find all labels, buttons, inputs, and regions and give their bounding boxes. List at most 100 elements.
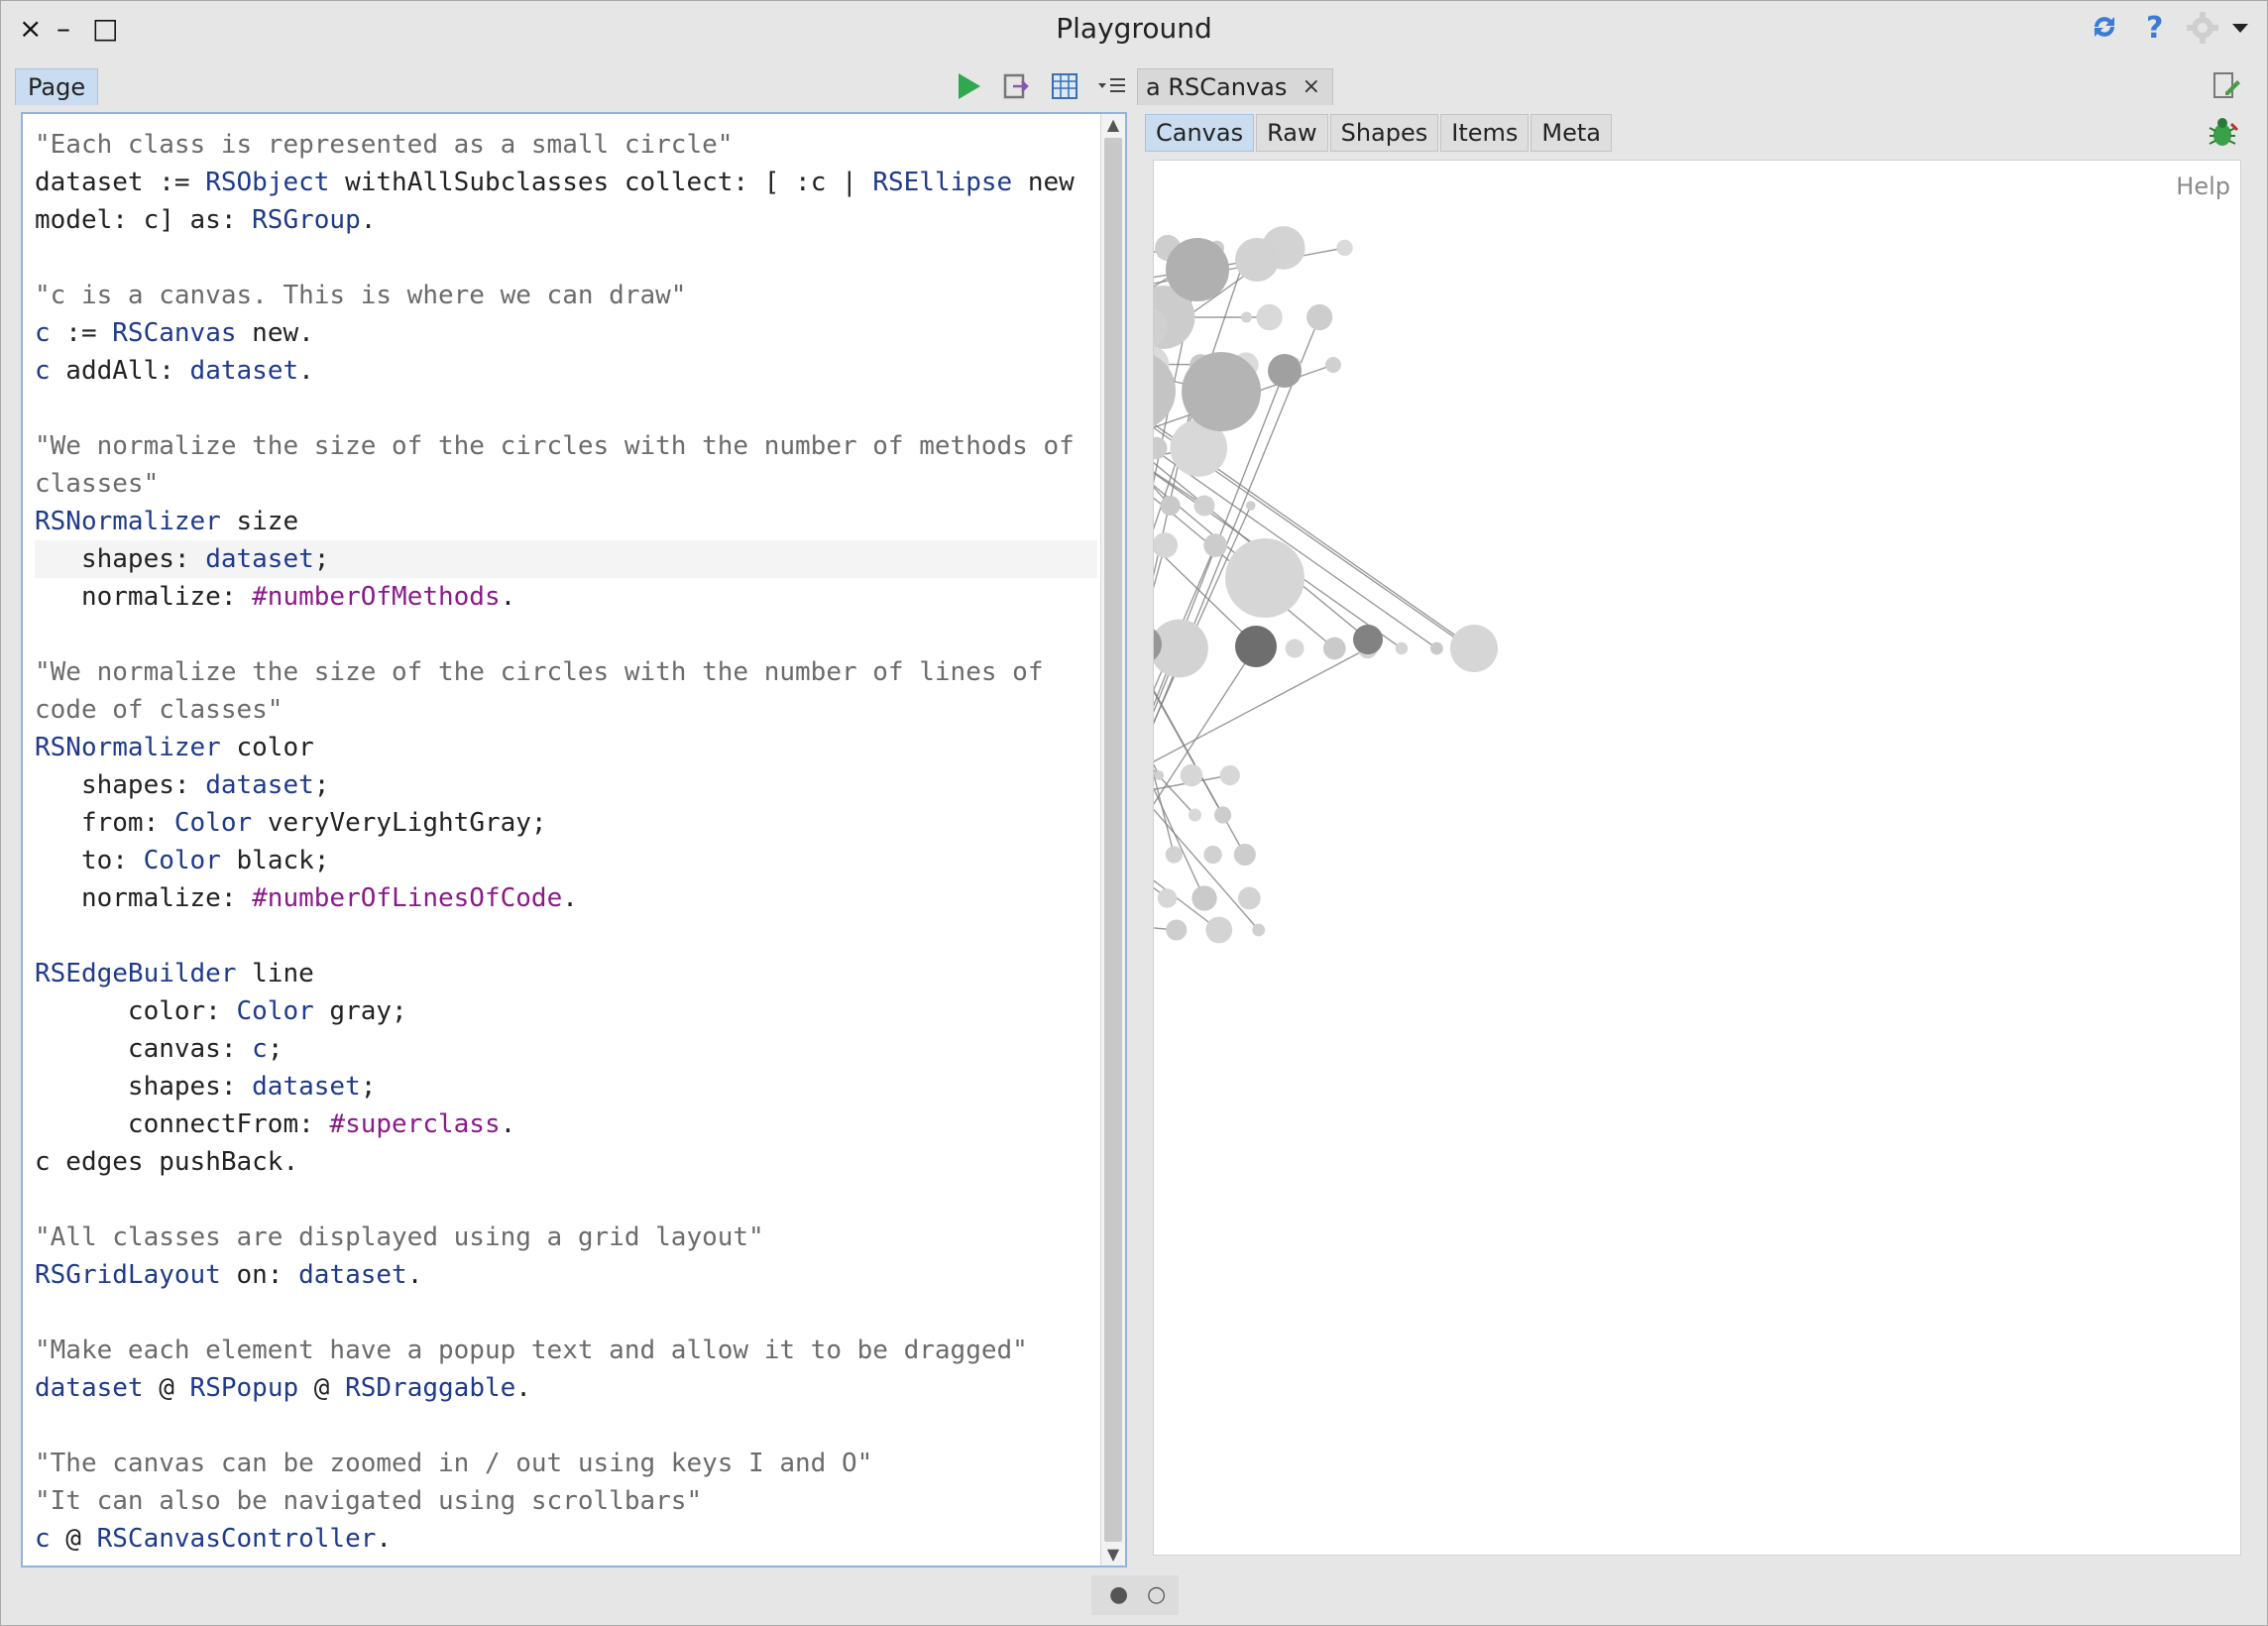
help-icon[interactable]: ? <box>2146 11 2163 47</box>
code-line[interactable]: "We normalize the size of the circles wi… <box>35 427 1097 465</box>
code-line[interactable] <box>35 917 1097 955</box>
code-line[interactable]: normalize: #numberOfMethods. <box>35 578 1097 616</box>
code-line[interactable]: shapes: dataset; <box>35 1068 1097 1105</box>
code-line[interactable] <box>35 616 1097 653</box>
sync-icon[interactable] <box>2089 11 2120 52</box>
class-node-circle[interactable] <box>1246 501 1256 511</box>
code-line[interactable]: model: c] as: RSGroup. <box>35 201 1097 239</box>
subtab-meta[interactable]: Meta <box>1531 114 1612 152</box>
class-node-circle[interactable] <box>1235 626 1277 667</box>
code-line[interactable]: connectFrom: #superclass. <box>35 1105 1097 1143</box>
class-node-circle[interactable] <box>1285 639 1304 658</box>
rscanvas-view[interactable]: Help <box>1153 160 2241 1556</box>
edit-pencil-icon[interactable] <box>2211 70 2241 107</box>
code-line[interactable]: dataset := RSObject withAllSubclasses co… <box>35 164 1097 201</box>
class-node-circle[interactable] <box>1237 886 1261 910</box>
code-line[interactable]: "Each class is represented as a small ci… <box>35 126 1097 164</box>
class-node-circle[interactable] <box>1189 808 1201 822</box>
class-node-circle[interactable] <box>1353 625 1383 654</box>
class-node-circle[interactable] <box>1241 311 1252 323</box>
scrollbar-thumb[interactable] <box>1104 138 1122 1542</box>
code-line[interactable]: c := RSCanvas new. <box>35 314 1097 352</box>
code-line[interactable]: dataset @ RSPopup @ RSDraggable. <box>35 1369 1097 1407</box>
close-tab-icon[interactable]: × <box>1303 69 1320 105</box>
code-line[interactable]: "Make each element have a popup text and… <box>35 1332 1097 1369</box>
code-line[interactable]: normalize: #numberOfLinesOfCode. <box>35 879 1097 917</box>
class-node-circle[interactable] <box>1256 303 1283 331</box>
class-node-circle[interactable] <box>1154 619 1208 678</box>
subtab-items[interactable]: Items <box>1440 114 1530 152</box>
subtab-shapes[interactable]: Shapes <box>1329 114 1439 152</box>
code-line[interactable]: from: Color veryVeryLightGray; <box>35 804 1097 842</box>
class-node-circle[interactable] <box>1395 641 1409 655</box>
code-line[interactable]: RSGridLayout on: dataset. <box>35 1256 1097 1294</box>
class-node-circle[interactable] <box>1213 806 1232 824</box>
code-line[interactable]: "We normalize the size of the circles wi… <box>35 653 1097 691</box>
code-line[interactable]: RSNormalizer size <box>35 503 1097 540</box>
scroll-up-arrow-icon[interactable]: ▲ <box>1101 114 1125 136</box>
class-node-circle[interactable] <box>1233 843 1256 867</box>
code-line[interactable] <box>35 1407 1097 1445</box>
code-editor[interactable]: "Each class is represented as a small ci… <box>21 112 1127 1568</box>
code-line[interactable]: "c is a canvas. This is where we can dra… <box>35 277 1097 314</box>
code-line[interactable]: "The canvas can be zoomed in / out using… <box>35 1445 1097 1482</box>
class-node-circle[interactable] <box>1180 763 1203 787</box>
class-node-circle[interactable] <box>1203 845 1222 865</box>
class-node-circle[interactable] <box>1324 357 1341 373</box>
code-line[interactable] <box>35 239 1097 277</box>
class-node-circle[interactable] <box>1154 532 1179 558</box>
code-line[interactable]: RSNormalizer color <box>35 729 1097 766</box>
code-line[interactable]: "All classes are displayed using a grid … <box>35 1219 1097 1256</box>
tab-page[interactable]: Page <box>15 68 99 105</box>
class-node-circle[interactable] <box>1154 436 1168 460</box>
pager-dot-inactive[interactable]: ○ <box>1147 1583 1166 1607</box>
class-node-circle[interactable] <box>1430 641 1443 655</box>
run-play-icon[interactable] <box>955 71 984 101</box>
class-node-circle[interactable] <box>1182 352 1261 431</box>
class-node-circle[interactable] <box>1193 495 1215 517</box>
class-node-circle[interactable] <box>1166 919 1188 941</box>
code-line[interactable]: "It can also be navigated using scrollba… <box>35 1482 1097 1520</box>
execute-inspect-icon[interactable] <box>1002 71 1032 101</box>
menu-list-icon[interactable] <box>1097 71 1127 101</box>
dropdown-arrow-icon[interactable] <box>2229 11 2251 47</box>
class-node-circle[interactable] <box>1165 846 1183 864</box>
class-node-circle[interactable] <box>1336 239 1353 257</box>
class-node-circle[interactable] <box>1205 916 1233 944</box>
code-line[interactable]: shapes: dataset; <box>35 766 1097 804</box>
subtab-raw[interactable]: Raw <box>1256 114 1328 152</box>
code-line[interactable]: to: Color black; <box>35 842 1097 879</box>
class-node-circle[interactable] <box>1225 538 1304 618</box>
class-graph-visualization[interactable] <box>1154 161 2240 1555</box>
code-line[interactable] <box>35 390 1097 427</box>
code-line[interactable] <box>35 1294 1097 1332</box>
class-node-circle[interactable] <box>1154 770 1165 780</box>
subtab-canvas[interactable]: Canvas <box>1145 114 1255 152</box>
class-node-circle[interactable] <box>1306 303 1333 331</box>
class-node-circle[interactable] <box>1450 625 1498 672</box>
code-line[interactable]: c @ RSCanvasController. <box>35 1520 1097 1558</box>
code-line[interactable]: color: Color gray; <box>35 992 1097 1030</box>
debug-bug-icon[interactable] <box>2206 116 2241 152</box>
class-node-circle[interactable] <box>1252 923 1266 937</box>
class-node-circle[interactable] <box>1322 637 1346 660</box>
code-line[interactable]: code of classes" <box>35 691 1097 729</box>
code-line[interactable]: c addAll: dataset. <box>35 352 1097 390</box>
code-text[interactable]: "Each class is represented as a small ci… <box>35 126 1097 1558</box>
bindings-table-icon[interactable] <box>1050 71 1079 101</box>
code-line[interactable] <box>35 1181 1097 1219</box>
pager-dot-active[interactable]: ● <box>1109 1583 1128 1607</box>
code-line[interactable]: classes" <box>35 465 1097 503</box>
class-node-circle[interactable] <box>1203 533 1228 557</box>
settings-gear-icon[interactable] <box>2186 11 2219 54</box>
class-node-circle[interactable] <box>1235 238 1279 282</box>
class-node-circle[interactable] <box>1157 888 1178 908</box>
editor-vertical-scrollbar[interactable]: ▲ ▼ <box>1100 114 1125 1566</box>
code-line[interactable]: shapes: dataset; <box>35 540 1097 578</box>
class-node-circle[interactable] <box>1166 238 1229 301</box>
class-node-circle[interactable] <box>1268 354 1302 388</box>
scroll-down-arrow-icon[interactable]: ▼ <box>1101 1544 1125 1566</box>
class-node-circle[interactable] <box>1191 885 1217 911</box>
class-node-circle[interactable] <box>1219 764 1240 786</box>
class-node-circle[interactable] <box>1160 495 1181 517</box>
